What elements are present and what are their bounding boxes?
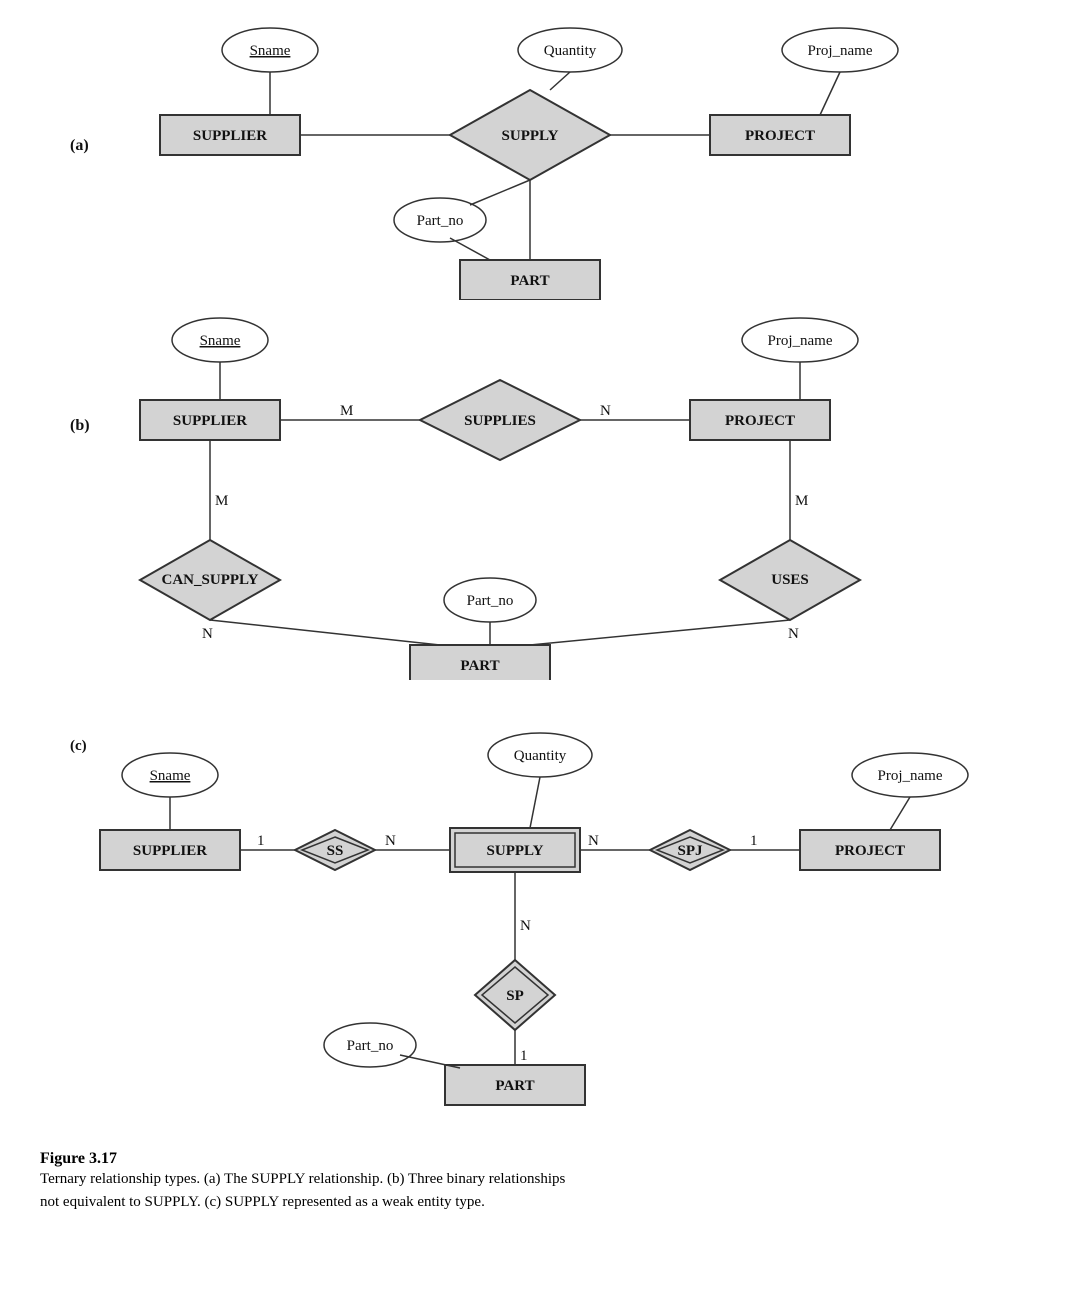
card-m-cansupply-top-b: M bbox=[215, 493, 228, 509]
label-b: (b) bbox=[70, 417, 90, 434]
card-m-supplier-b: M bbox=[340, 403, 353, 419]
caption-line2: not equivalent to SUPPLY. (c) SUPPLY rep… bbox=[40, 1191, 1040, 1214]
card-n-sp-top-c: N bbox=[520, 918, 531, 934]
diagram-b: (b) Sname Proj_name SUPPLIER SUPPLIES PR… bbox=[40, 310, 1040, 680]
line-quantity-supply-c bbox=[530, 777, 540, 828]
entity-supplier-a-text: SUPPLIER bbox=[193, 128, 267, 144]
entity-supply-c-text: SUPPLY bbox=[487, 843, 544, 859]
card-n-project-b: N bbox=[600, 403, 611, 419]
entity-supplier-b-text: SUPPLIER bbox=[173, 413, 247, 429]
line-cansupply-part-b bbox=[210, 620, 440, 645]
attr-sname-a-text: Sname bbox=[250, 43, 291, 59]
rel-ss-c-text: SS bbox=[327, 843, 344, 859]
attr-projname-a-text: Proj_name bbox=[808, 43, 873, 59]
rel-supplies-b-text: SUPPLIES bbox=[464, 413, 536, 429]
attr-projname-b-text: Proj_name bbox=[768, 333, 833, 349]
entity-project-a-text: PROJECT bbox=[745, 128, 815, 144]
line-partno-part-c bbox=[400, 1055, 460, 1068]
line-projname-project-a bbox=[820, 72, 840, 115]
rel-sp-c-text: SP bbox=[506, 988, 524, 1004]
caption-line1: Ternary relationship types. (a) The SUPP… bbox=[40, 1168, 1040, 1191]
card-1-project-c: 1 bbox=[750, 833, 758, 849]
card-n-uses-b: N bbox=[788, 626, 799, 642]
card-1-supplier-c: 1 bbox=[257, 833, 265, 849]
attr-quantity-a-text: Quantity bbox=[544, 43, 597, 59]
attr-partno-b-text: Part_no bbox=[467, 593, 514, 609]
attr-projname-c-text: Proj_name bbox=[878, 768, 943, 784]
rel-spj-c-text: SPJ bbox=[677, 843, 703, 859]
attr-partno-a-text: Part_no bbox=[417, 213, 464, 229]
attr-quantity-c-text: Quantity bbox=[514, 748, 567, 764]
figure-caption: Figure 3.17 Ternary relationship types. … bbox=[0, 1140, 1080, 1233]
entity-part-c-text: PART bbox=[495, 1078, 534, 1094]
label-c: (c) bbox=[70, 738, 87, 754]
line-uses-part-b bbox=[530, 620, 790, 645]
entity-project-b-text: PROJECT bbox=[725, 413, 795, 429]
entity-part-b-text: PART bbox=[460, 658, 499, 674]
attr-sname-b-text: Sname bbox=[200, 333, 241, 349]
rel-cansupply-b-text: CAN_SUPPLY bbox=[162, 572, 259, 588]
line-partno-part-a bbox=[450, 238, 490, 260]
diagram-a: (a) Sname Quantity Proj_name SUPPLIER SU… bbox=[40, 20, 1040, 300]
diagram-c: (c) Sname Quantity Proj_name SUPPLIER SS… bbox=[40, 690, 1040, 1120]
entity-part-a-text: PART bbox=[510, 273, 549, 289]
label-a: (a) bbox=[70, 137, 89, 154]
entity-supplier-c-text: SUPPLIER bbox=[133, 843, 207, 859]
card-n-spj-left-c: N bbox=[588, 833, 599, 849]
card-m-uses-top-b: M bbox=[795, 493, 808, 509]
card-n-cansupply-b: N bbox=[202, 626, 213, 642]
attr-sname-c-text: Sname bbox=[150, 768, 191, 784]
entity-project-c-text: PROJECT bbox=[835, 843, 905, 859]
card-1-part-c: 1 bbox=[520, 1048, 528, 1064]
card-n-ss-c: N bbox=[385, 833, 396, 849]
line-supply-partno-a bbox=[470, 180, 530, 205]
line-quantity-supply-a bbox=[550, 72, 570, 90]
figure-label: Figure 3.17 bbox=[40, 1150, 1040, 1168]
line-projname-project-c bbox=[890, 797, 910, 830]
rel-supply-a-text: SUPPLY bbox=[502, 128, 559, 144]
attr-partno-c-text: Part_no bbox=[347, 1038, 394, 1054]
rel-uses-b-text: USES bbox=[771, 572, 809, 588]
